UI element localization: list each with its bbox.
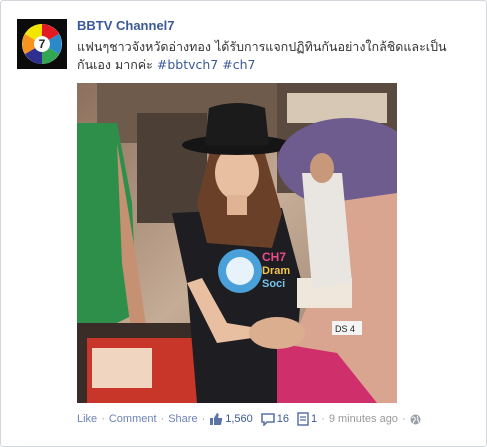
svg-text:7: 7 <box>39 37 46 51</box>
hashtag-bbtvch7[interactable]: #bbtvch7 <box>157 57 218 72</box>
globe-icon[interactable] <box>410 414 421 425</box>
post-message: แฟนๆชาวจังหวัดอ่างทอง ได้รับการแจกปฏิทิน… <box>77 39 447 72</box>
shirt-text-1: CH7 <box>262 250 286 264</box>
facebook-post-card: 7 BBTV Channel7 แฟนๆชาวจังหวัดอ่างทอง ได… <box>0 0 487 447</box>
separator: · <box>321 413 325 425</box>
like-link[interactable]: Like <box>77 413 97 425</box>
share-link[interactable]: Share <box>168 413 197 425</box>
shirt-text-2: Dram <box>262 265 290 277</box>
post-photo[interactable]: CH7 Dram Soci DS 4 <box>77 83 397 403</box>
likes-count[interactable]: 1,560 <box>225 413 253 425</box>
thumbs-up-icon[interactable] <box>209 412 223 426</box>
page-name-link[interactable]: BBTV Channel7 <box>77 18 175 33</box>
post-footer: Like · Comment · Share · 1,560 16 1 · 9 … <box>77 412 423 426</box>
comments-count[interactable]: 16 <box>277 413 289 425</box>
post-timestamp[interactable]: 9 minutes ago <box>329 413 398 425</box>
hashtag-ch7[interactable]: #ch7 <box>222 57 255 72</box>
comment-link[interactable]: Comment <box>109 413 157 425</box>
share-icon[interactable] <box>297 412 309 426</box>
comment-bubble-icon[interactable] <box>260 412 275 426</box>
shirt-text-3: Soci <box>262 278 285 290</box>
shares-count[interactable]: 1 <box>311 413 317 425</box>
post-text: แฟนๆชาวจังหวัดอ่างทอง ได้รับการแจกปฏิทิน… <box>77 38 477 74</box>
plate-text: DS 4 <box>335 324 355 334</box>
separator: · <box>101 413 105 425</box>
channel7-logo-icon[interactable]: 7 <box>17 19 67 69</box>
separator: · <box>401 413 406 425</box>
separator: · <box>201 413 206 425</box>
photo-illustration: CH7 Dram Soci DS 4 <box>77 83 397 403</box>
separator: · <box>160 413 165 425</box>
